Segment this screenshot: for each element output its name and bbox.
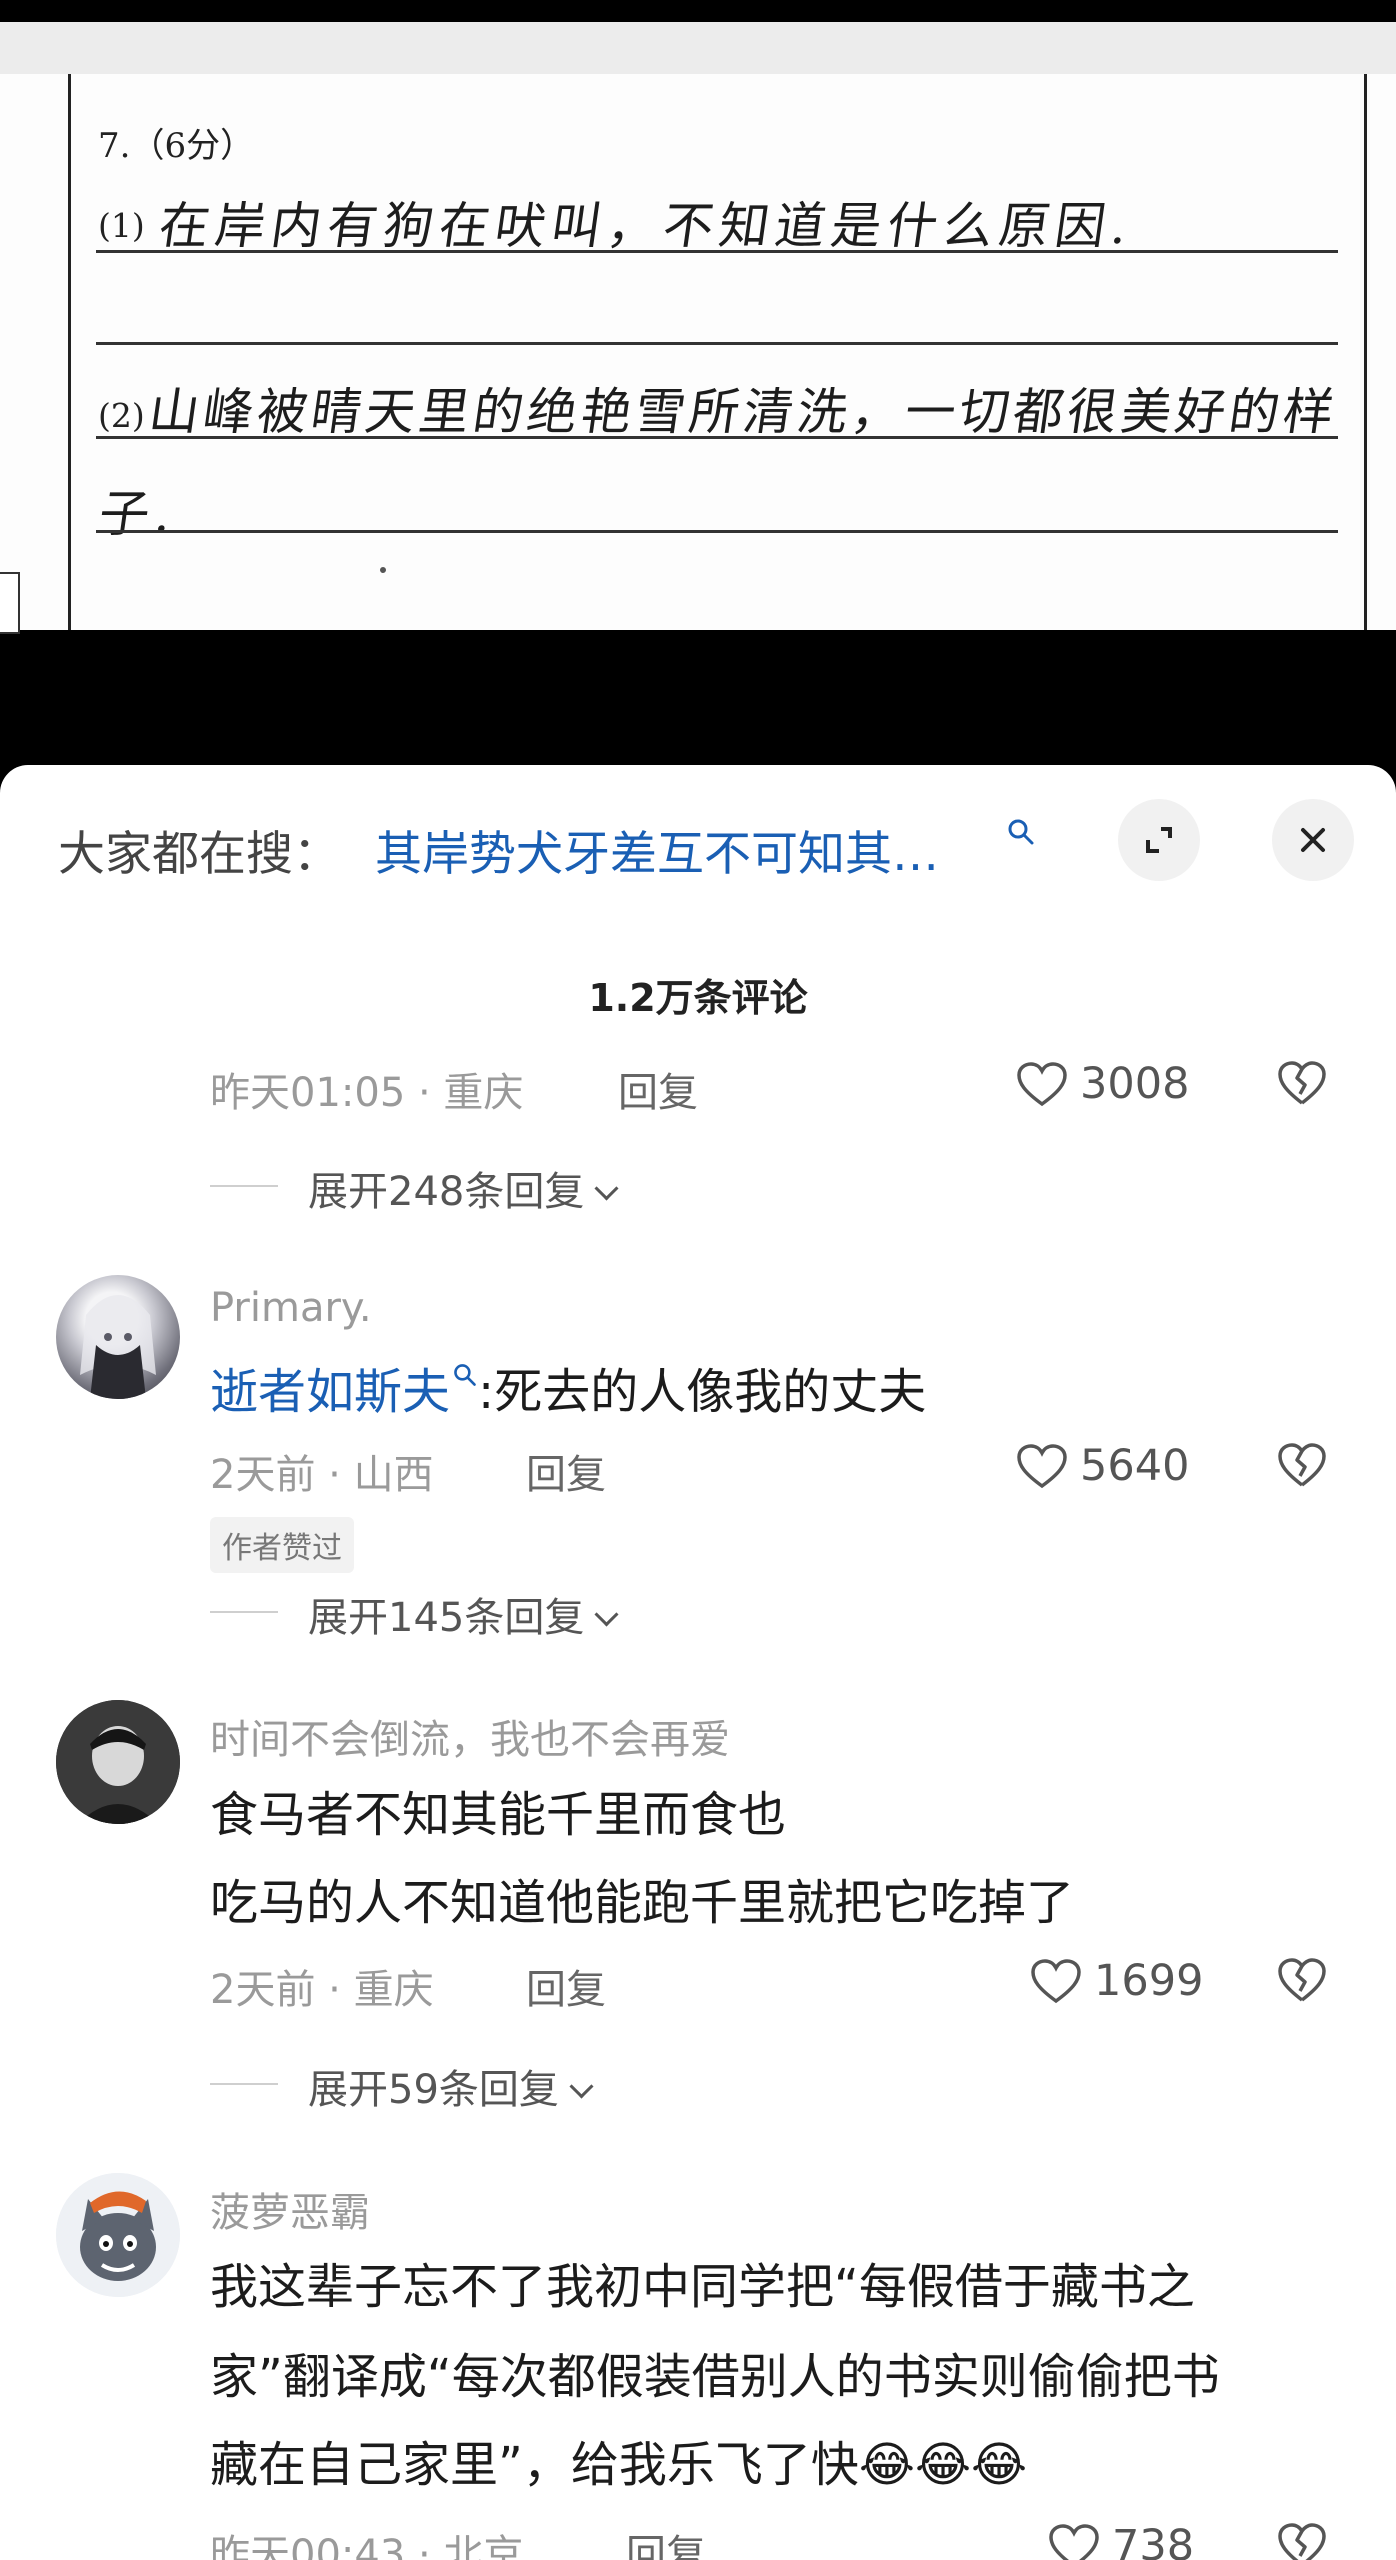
expand-replies-label: 展开248条回复 <box>308 1169 585 1215</box>
avatar-photo <box>56 1700 180 1824</box>
broken-heart-icon[interactable] <box>1276 2521 1328 2560</box>
chevron-down-icon <box>569 2074 594 2099</box>
comment-panel: 大家都在搜： 其岸势犬牙差互不可知其… 1.2万条评论 昨天01:05 · 重庆… <box>0 765 1396 2560</box>
expand-button[interactable] <box>1118 799 1200 881</box>
comment-text-line-with-emoji: 藏在自己家里”，给我乐飞了快😂😂😂 <box>210 2425 1027 2495</box>
close-button[interactable] <box>1272 799 1354 881</box>
avatar[interactable] <box>56 1275 180 1399</box>
like-count: 5640 <box>1080 1441 1190 1491</box>
comment-body: :死去的人像我的丈夫 <box>478 1364 927 1420</box>
trending-search-link[interactable]: 其岸势犬牙差互不可知其… <box>375 815 939 884</box>
comment-count: 1.2万条评论 <box>588 976 808 1020</box>
expand-replies-button[interactable]: 展开59条回复 <box>308 2057 594 2115</box>
ink-dot <box>380 567 386 573</box>
broken-heart-icon[interactable] <box>1276 1059 1328 1107</box>
sheet-right-border <box>1364 74 1367 630</box>
comment-meta: 2天前 · 重庆 <box>210 1967 434 2013</box>
like-count: 1699 <box>1094 1956 1204 2006</box>
comment-meta: 昨天00:43 · 北京 <box>210 2532 524 2560</box>
comment-username[interactable]: 时间不会倒流，我也不会再爱 <box>210 1707 730 1765</box>
heart-icon[interactable] <box>1030 1958 1082 2004</box>
broken-heart-icon[interactable] <box>1276 1956 1328 2004</box>
like-count: 738 <box>1112 2521 1195 2560</box>
broken-heart-icon[interactable] <box>1276 1441 1328 1489</box>
heart-icon[interactable] <box>1048 2523 1100 2560</box>
chevron-down-icon <box>594 1176 619 1201</box>
answer-line <box>96 250 1338 253</box>
sheet-left-border <box>68 74 71 630</box>
author-liked-badge: 作者赞过 <box>210 1517 354 1573</box>
q2-handwritten-answer-line1: 山峰被晴天里的绝艳雪所清洗，一切都很美好的样 <box>145 383 1342 441</box>
exam-paper-photo: 7.（6分） (1) 在岸内有狗在吠叫，不知道是什么原因. (2) 山峰被晴天里… <box>0 0 1396 765</box>
reply-button[interactable]: 回复 <box>618 1060 698 1118</box>
answer-line <box>96 530 1338 533</box>
reply-button[interactable]: 回复 <box>526 1957 606 2015</box>
comment-meta: 昨天01:05 · 重庆 <box>210 1070 524 1116</box>
chevron-down-icon <box>594 1602 619 1627</box>
comment-mention-link[interactable]: 逝者如斯夫 <box>210 1364 450 1420</box>
expand-divider <box>210 2083 278 2085</box>
search-icon[interactable] <box>452 1362 478 1388</box>
q2-number: (2) <box>98 396 145 435</box>
avatar[interactable] <box>56 1700 180 1824</box>
answer-sheet: 7.（6分） (1) 在岸内有狗在吠叫，不知道是什么原因. (2) 山峰被晴天里… <box>0 74 1396 634</box>
heart-icon[interactable] <box>1016 1443 1068 1489</box>
comment-text-line: 我这辈子忘不了我初中同学把“每假借于藏书之 <box>210 2259 1195 2315</box>
search-icon[interactable] <box>1006 817 1036 847</box>
comment-username[interactable]: Primary. <box>210 1285 372 1331</box>
like-count: 3008 <box>1080 1059 1190 1109</box>
avatar[interactable] <box>56 2173 180 2297</box>
expand-replies-label: 展开59条回复 <box>308 2067 559 2113</box>
question-title: 7.（6分） <box>98 126 255 166</box>
expand-replies-button[interactable]: 展开248条回复 <box>308 1159 619 1217</box>
q1-handwritten-answer: 在岸内有狗在吠叫，不知道是什么原因. <box>155 197 1138 255</box>
sheet-left-tab <box>0 572 20 634</box>
heart-icon[interactable] <box>1016 1061 1068 1107</box>
close-icon <box>1301 828 1325 852</box>
trending-search-label: 大家都在搜： <box>58 827 340 882</box>
expand-icon <box>1146 827 1172 853</box>
comment-text-line: 食马者不知其能千里而食也 <box>210 1787 787 1843</box>
q1-number: (1) <box>98 206 145 245</box>
expand-replies-button[interactable]: 展开145条回复 <box>308 1585 619 1643</box>
avatar-illustration <box>80 1295 156 1399</box>
comment-meta: 2天前 · 山西 <box>210 1452 434 1498</box>
comment-text-line: 家”翻译成“每次都假装借别人的书实则偷偷把书 <box>210 2349 1220 2405</box>
comment-text-line: 吃马的人不知道他能跑千里就把它吃掉了 <box>210 1875 1075 1931</box>
expand-divider <box>210 1611 278 1613</box>
answer-line <box>96 342 1338 345</box>
expand-divider <box>210 1185 278 1187</box>
laughing-crying-emoji-icon: 😂😂😂 <box>858 2437 1028 2493</box>
answer-line <box>96 436 1338 439</box>
comment-text: 逝者如斯夫 :死去的人像我的丈夫 <box>210 1352 926 1422</box>
expand-replies-label: 展开145条回复 <box>308 1595 585 1641</box>
reply-button[interactable]: 回复 <box>626 2522 706 2560</box>
reply-button[interactable]: 回复 <box>526 1442 606 1500</box>
comment-text-line: 藏在自己家里”，给我乐飞了快 <box>210 2437 859 2493</box>
q2-handwritten-answer-line2: 子. <box>95 485 182 543</box>
paper-top-strip <box>0 22 1396 74</box>
comment-username[interactable]: 菠萝恶霸 <box>210 2180 370 2238</box>
avatar-cartoon-wolf <box>56 2173 180 2297</box>
